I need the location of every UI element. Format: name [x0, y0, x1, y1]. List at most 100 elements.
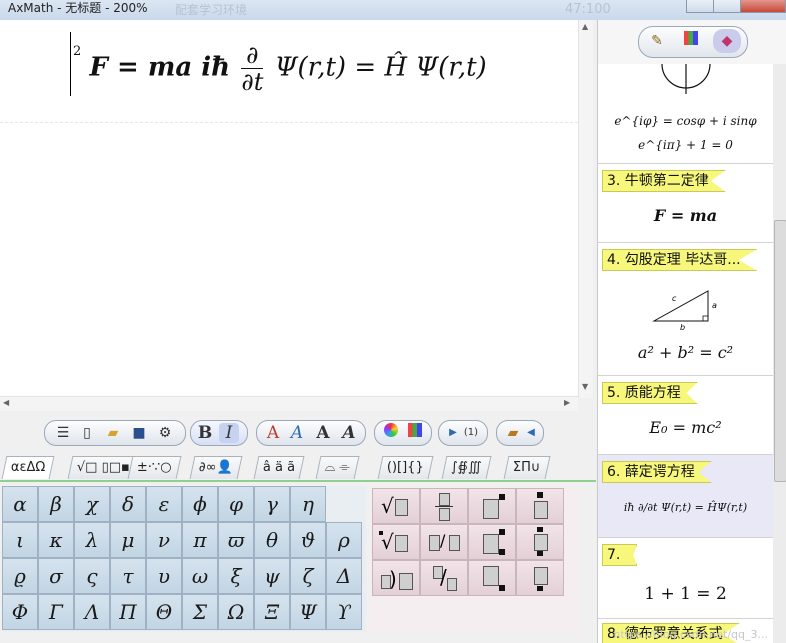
greek-symbol-button[interactable]: ρ: [326, 522, 362, 558]
list-item[interactable]: e^{iφ} = cosφ + i sinφ e^{iπ} + 1 = 0: [598, 64, 773, 164]
inline-fraction-template[interactable]: /: [420, 524, 468, 560]
minimize-button[interactable]: [686, 0, 714, 13]
greek-symbol-button[interactable]: ς: [74, 558, 110, 594]
list-item[interactable]: 4. 勾股定理 毕达哥... c a b a² + b² = c²: [598, 243, 773, 376]
greek-symbol-button[interactable]: Σ: [182, 594, 218, 630]
list-item[interactable]: 6. 薛定谔方程 iħ ∂/∂t Ψ(r,t) = ĤΨ(r,t): [598, 455, 773, 538]
subscript-template[interactable]: [468, 560, 516, 596]
greek-symbol-button[interactable]: ν: [146, 522, 182, 558]
greek-symbol-button[interactable]: γ: [254, 486, 290, 522]
formula-number-icon[interactable]: (1): [459, 423, 483, 443]
maximize-button[interactable]: [713, 0, 741, 13]
library-scroll-thumb[interactable]: [774, 220, 786, 482]
greek-symbol-button[interactable]: α: [2, 486, 38, 522]
bold-icon[interactable]: B: [195, 423, 215, 443]
editor-vertical-scrollbar[interactable]: ▲ ▼: [578, 20, 593, 398]
greek-symbol-button[interactable]: δ: [110, 486, 146, 522]
euler-identity: e^{iπ} + 1 = 0: [638, 138, 733, 152]
greek-symbol-button[interactable]: Ψ: [290, 594, 326, 630]
slanted-fraction-template[interactable]: /: [420, 560, 468, 596]
greek-symbol-button[interactable]: ι: [2, 522, 38, 558]
color-wheel-icon[interactable]: [381, 423, 401, 443]
greek-symbol-button[interactable]: π: [182, 522, 218, 558]
greek-symbol-button[interactable]: ϕ: [182, 486, 218, 522]
greek-symbol-button[interactable]: η: [290, 486, 326, 522]
greek-symbol-button[interactable]: ξ: [218, 558, 254, 594]
save-icon[interactable]: ■: [129, 423, 149, 443]
tab-brackets[interactable]: ()[]{}: [377, 456, 434, 479]
greek-symbol-button[interactable]: υ: [146, 558, 182, 594]
scroll-up-arrow-icon[interactable]: ▲: [582, 22, 588, 31]
settings-icon[interactable]: ⚙: [155, 423, 175, 443]
greek-symbol-button[interactable]: Φ: [2, 594, 38, 630]
editor-horizontal-scrollbar[interactable]: ◀ ▶: [0, 396, 578, 411]
open-folder-icon[interactable]: ▰: [103, 423, 123, 443]
nth-root-template[interactable]: √: [372, 524, 420, 560]
paint-icon[interactable]: ✎: [647, 31, 667, 51]
greek-symbol-button[interactable]: ε: [146, 486, 182, 522]
formula-editor-canvas[interactable]: 2 F = ma iħ ∂ ∂t Ψ(r,t) = Ĥ Ψ(r,t): [0, 20, 578, 396]
greek-symbol-button[interactable]: ϑ: [290, 522, 326, 558]
greek-symbol-button[interactable]: φ: [218, 486, 254, 522]
scroll-right-arrow-icon[interactable]: ▶: [564, 398, 570, 407]
greek-symbol-button[interactable]: λ: [74, 522, 110, 558]
greek-symbol-button[interactable]: σ: [38, 558, 74, 594]
text-bold-a-icon[interactable]: A: [313, 423, 333, 443]
greek-symbol-button[interactable]: Π: [110, 594, 146, 630]
sup-sub-template[interactable]: [468, 524, 516, 560]
entry-formula: F = ma: [653, 206, 718, 225]
greek-symbol-button[interactable]: Δ: [326, 558, 362, 594]
new-doc-icon[interactable]: ▯: [77, 423, 97, 443]
over-under-both-template[interactable]: [516, 524, 564, 560]
export-icon[interactable]: ▰: [503, 423, 523, 443]
list-item[interactable]: 3. 牛顿第二定律 F = ma: [598, 164, 773, 243]
tab-greek[interactable]: αεΔΩ: [1, 456, 55, 479]
grid-icon[interactable]: [681, 31, 701, 51]
fraction-template[interactable]: [420, 488, 468, 524]
text-outline-a-icon[interactable]: A: [339, 423, 359, 443]
greek-symbol-button[interactable]: ω: [182, 558, 218, 594]
greek-symbol-button[interactable]: ϒ: [326, 594, 362, 630]
tab-sums[interactable]: ΣΠ∪: [503, 456, 550, 479]
greek-symbol-button[interactable]: Γ: [38, 594, 74, 630]
tab-accents[interactable]: â ä ã: [253, 456, 305, 479]
text-style-a-icon[interactable]: A: [287, 423, 307, 443]
triangle-label-c: c: [672, 294, 677, 303]
list-item[interactable]: 7. 1 + 1 = 2: [598, 538, 773, 619]
scroll-down-arrow-icon[interactable]: ▼: [582, 382, 588, 391]
greek-symbol-button[interactable]: μ: [110, 522, 146, 558]
greek-symbol-button[interactable]: τ: [110, 558, 146, 594]
tab-arrows[interactable]: ⌓ ⌯: [315, 456, 360, 479]
tab-integrals[interactable]: ∫∯∭: [441, 456, 492, 479]
italic-icon[interactable]: I: [219, 423, 239, 443]
tab-symbols[interactable]: ∂∞👤: [189, 456, 243, 479]
menu-icon[interactable]: ☰: [53, 423, 73, 443]
greek-symbol-button[interactable]: ζ: [290, 558, 326, 594]
library-scrollbar[interactable]: [773, 64, 786, 643]
close-button[interactable]: [740, 0, 786, 13]
greek-symbol-button[interactable]: ϖ: [218, 522, 254, 558]
greek-symbol-button[interactable]: Ξ: [254, 594, 290, 630]
greek-symbol-button[interactable]: κ: [38, 522, 74, 558]
scroll-left-arrow-icon[interactable]: ◀: [3, 398, 9, 407]
sqrt-template[interactable]: √: [372, 488, 420, 524]
greek-symbol-button[interactable]: β: [38, 486, 74, 522]
list-item[interactable]: 5. 质能方程 E₀ = mc²: [598, 376, 773, 455]
text-color-a-icon[interactable]: A: [263, 423, 283, 443]
tab-operators[interactable]: ±·∵○: [127, 456, 182, 479]
long-division-template[interactable]: ): [372, 560, 420, 596]
superscript-template[interactable]: [468, 488, 516, 524]
export-arrow-icon[interactable]: ◀: [521, 423, 541, 443]
underscript-template[interactable]: [516, 560, 564, 596]
greek-symbol-button[interactable]: θ: [254, 522, 290, 558]
greek-symbol-button[interactable]: ϱ: [2, 558, 38, 594]
greek-symbol-button[interactable]: Ω: [218, 594, 254, 630]
over-under-template[interactable]: [516, 488, 564, 524]
greek-symbol-button[interactable]: χ: [74, 486, 110, 522]
greek-symbol-button[interactable]: Θ: [146, 594, 182, 630]
palette-icon[interactable]: [405, 423, 425, 443]
bookmark-icon[interactable]: ◆: [713, 29, 741, 53]
greek-symbol-button[interactable]: ψ: [254, 558, 290, 594]
formula-line[interactable]: 2 F = ma iħ ∂ ∂t Ψ(r,t) = Ĥ Ψ(r,t): [70, 32, 487, 96]
greek-symbol-button[interactable]: Λ: [74, 594, 110, 630]
